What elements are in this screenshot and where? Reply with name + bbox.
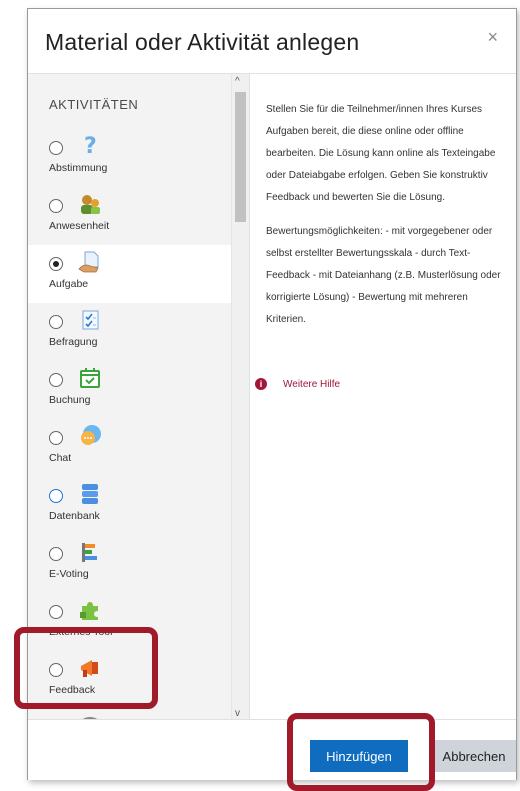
attendance-icon xyxy=(81,195,100,214)
survey-icon xyxy=(82,310,99,330)
chat-icon xyxy=(81,425,101,445)
radio-button-checked[interactable] xyxy=(49,257,63,271)
cancel-button[interactable]: Abbrechen xyxy=(432,740,516,772)
activity-item-feedback[interactable]: Feedback xyxy=(28,651,231,709)
activity-item-befragung[interactable]: Befragung xyxy=(28,303,231,361)
add-button[interactable]: Hinzufügen xyxy=(310,740,408,772)
info-icon: i xyxy=(255,378,267,390)
activity-label: Anwesenheit xyxy=(49,220,110,232)
activity-item-chat[interactable]: Chat xyxy=(28,419,231,477)
modal-footer: Hinzufügen Abbrechen xyxy=(28,719,516,780)
activity-label: Befragung xyxy=(49,336,98,348)
activity-list: AKTIVITÄTEN ? Abstimmung Anwesenheit Auf… xyxy=(28,74,231,719)
radio-button[interactable] xyxy=(49,315,63,329)
assignment-icon xyxy=(78,251,99,273)
puzzle-icon xyxy=(80,602,98,620)
modal-title: Material oder Aktivität anlegen xyxy=(45,29,360,55)
calendar-check-icon xyxy=(80,368,100,388)
activity-label: E-Voting xyxy=(49,568,89,580)
activity-label: Datenbank xyxy=(49,510,100,522)
radio-button[interactable] xyxy=(49,663,63,677)
activity-item-anwesenheit[interactable]: Anwesenheit xyxy=(28,187,231,245)
activity-label: Feedback xyxy=(49,684,96,696)
description-paragraph: Bewertungsmöglichkeiten: - mit vorgegebe… xyxy=(266,226,501,325)
scrollbar-thumb[interactable] xyxy=(235,92,246,222)
activity-label: Abstimmung xyxy=(49,162,108,174)
radio-button[interactable] xyxy=(49,141,63,155)
database-icon xyxy=(82,484,98,504)
activity-label: Externes Tool xyxy=(49,626,113,638)
activity-item-aufgabe[interactable]: Aufgabe xyxy=(28,245,231,303)
help-link-label[interactable]: Weitere Hilfe xyxy=(283,379,340,390)
radio-button[interactable] xyxy=(49,605,63,619)
radio-button[interactable] xyxy=(49,431,63,445)
bar-chart-icon xyxy=(82,543,97,562)
activity-item-abstimmung[interactable]: ? Abstimmung xyxy=(28,129,231,187)
activity-item-datenbank[interactable]: Datenbank xyxy=(28,477,231,535)
activity-item-evoting[interactable]: E-Voting xyxy=(28,535,231,593)
radio-button[interactable] xyxy=(49,489,63,503)
activity-label: Aufgabe xyxy=(49,278,89,290)
section-title: AKTIVITÄTEN xyxy=(49,97,139,112)
svg-text:?: ? xyxy=(84,134,97,158)
modal-header: Material oder Aktivität anlegen × xyxy=(28,9,516,74)
list-scrollbar[interactable]: ^ v xyxy=(231,74,249,719)
activity-item-externes-tool[interactable]: Externes Tool xyxy=(28,593,231,651)
activity-item-partial[interactable] xyxy=(28,709,231,719)
megaphone-icon xyxy=(81,660,98,677)
help-link[interactable]: i Weitere Hilfe xyxy=(255,378,340,390)
close-icon[interactable]: × xyxy=(487,27,498,48)
radio-button[interactable] xyxy=(49,199,63,213)
chevron-up-icon[interactable]: ^ xyxy=(235,76,240,87)
activity-item-buchung[interactable]: Buchung xyxy=(28,361,231,419)
radio-button[interactable] xyxy=(49,547,63,561)
activity-label: Buchung xyxy=(49,394,91,406)
chevron-down-icon[interactable]: v xyxy=(235,708,240,719)
question-mark-icon: ? xyxy=(84,134,97,158)
modal-dialog: Material oder Aktivität anlegen × AKTIVI… xyxy=(27,8,517,780)
activity-label: Chat xyxy=(49,452,72,464)
description: Stellen Sie für die Teilnehmer/innen Ihr… xyxy=(266,99,509,331)
radio-button[interactable] xyxy=(49,373,63,387)
description-pane: Stellen Sie für die Teilnehmer/innen Ihr… xyxy=(249,74,517,719)
description-paragraph: Stellen Sie für die Teilnehmer/innen Ihr… xyxy=(266,104,496,203)
